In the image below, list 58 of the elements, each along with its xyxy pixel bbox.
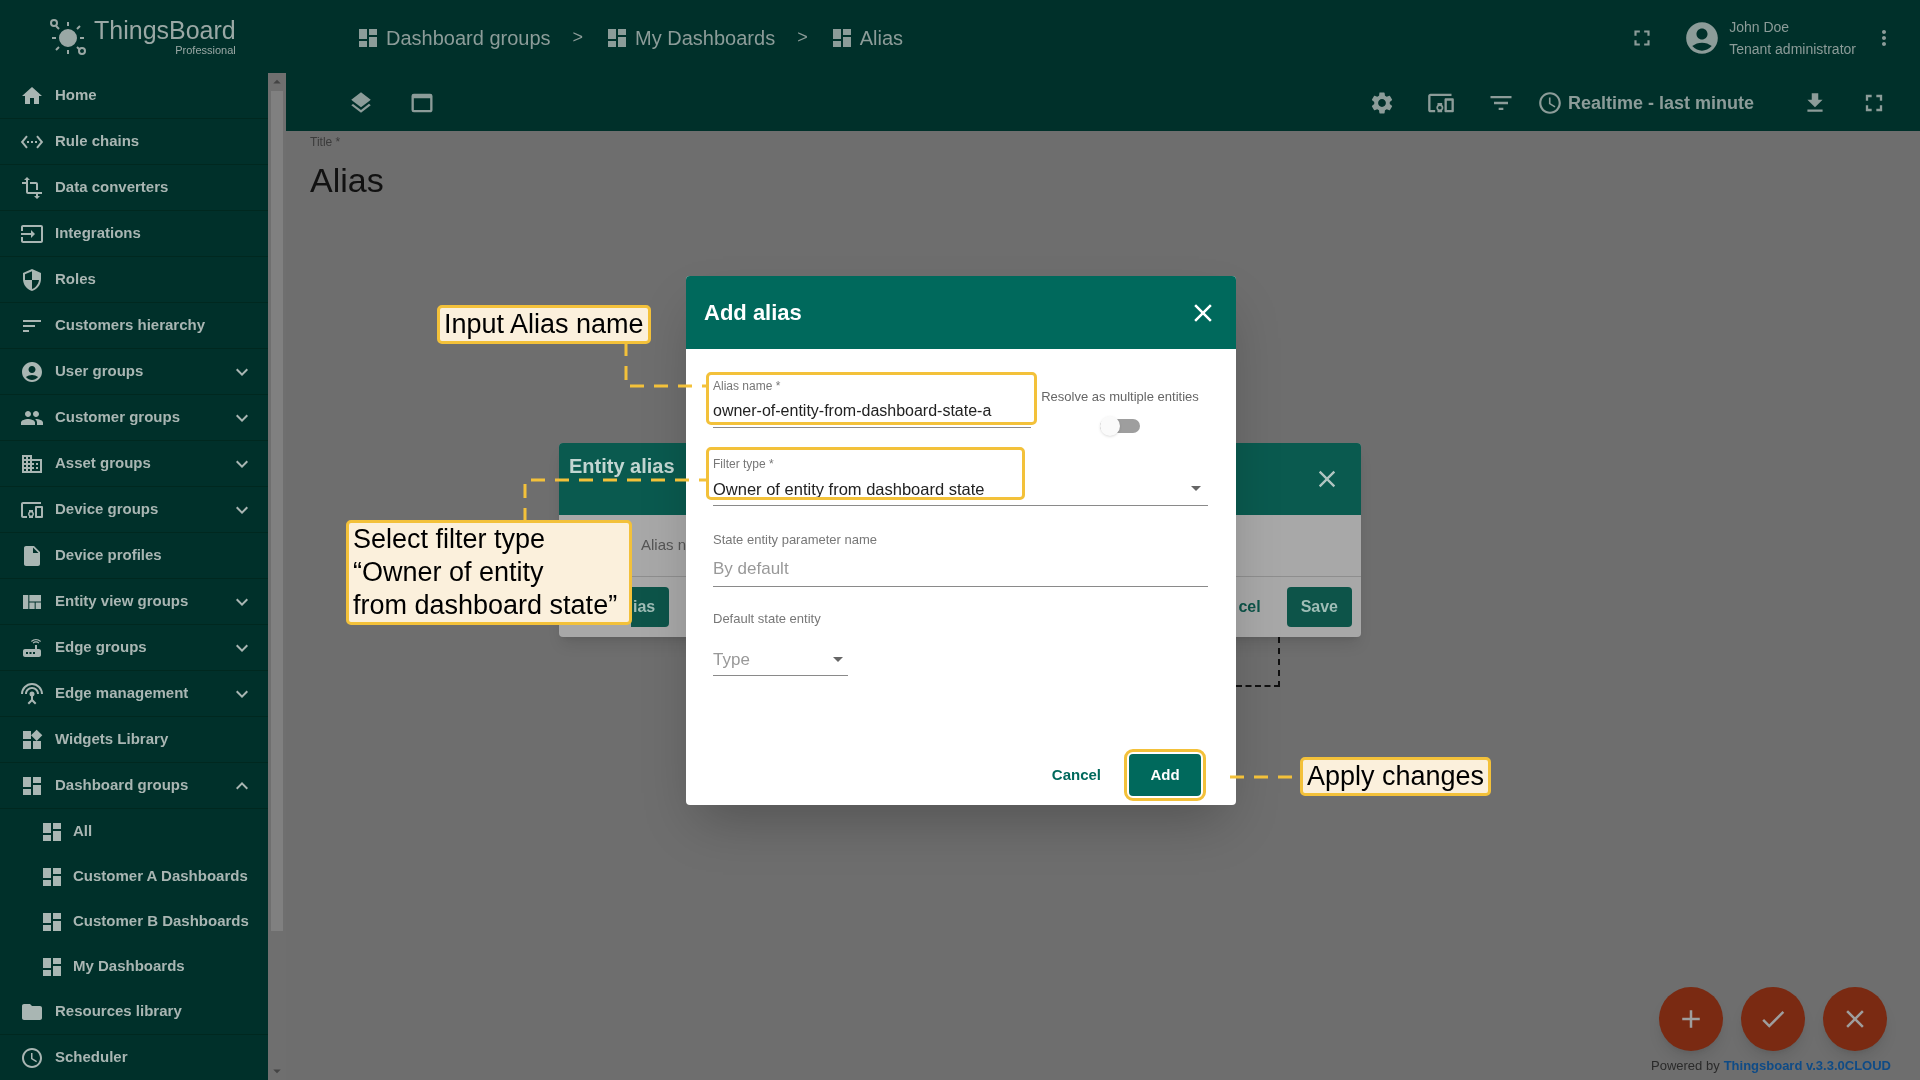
sidebar-item[interactable]: Customer groups [0, 395, 268, 441]
clock-icon [20, 1045, 44, 1070]
breadcrumb-link[interactable]: My Dashboards [605, 22, 776, 53]
filter-type-select[interactable]: Filter type * Owner of entity from dashboard state [713, 454, 1208, 507]
default-state-label: Default state entity [713, 610, 822, 629]
column-header: Alias n [641, 535, 687, 556]
dialog-title: Add alias [704, 299, 802, 327]
user-name: John Doe [1729, 17, 1791, 37]
state-param-field[interactable]: By default [713, 555, 1208, 588]
add-alias-button[interactable]: ias [631, 587, 670, 627]
callout-label: Select filter type “Owner of entity from dashboard state” [346, 520, 632, 625]
sidebar-subitem[interactable]: All [0, 809, 268, 854]
crop-icon [20, 175, 44, 200]
callout-label: Apply changes [1300, 757, 1492, 796]
sidebar-subitem[interactable]: Customer A Dashboards [0, 854, 268, 899]
breadcrumb-separator: > [572, 26, 584, 49]
field-label: State entity parameter name [713, 531, 879, 550]
sidebar-item[interactable]: Resources library [0, 989, 268, 1035]
cancel-button[interactable]: cel [1238, 587, 1261, 627]
logo-icon [48, 16, 88, 57]
sidebar-item[interactable]: User groups [0, 349, 268, 395]
dropdown-icon [1191, 486, 1201, 492]
page-title: Alias [310, 160, 385, 201]
cancel-button[interactable]: Cancel [1039, 755, 1113, 795]
breadcrumb-link[interactable]: Dashboard groups [356, 22, 551, 53]
sidebar-item[interactable]: Home [0, 73, 268, 119]
user-role: Tenant administrator [1729, 39, 1856, 59]
sidebar-item[interactable]: Entity view groups [0, 579, 268, 625]
sidebar-item[interactable]: Roles [0, 257, 268, 303]
resolve-label: Resolve as multiple entities [1041, 388, 1199, 406]
sidebar-item[interactable]: Dashboard groups [0, 763, 268, 809]
sidebar-item[interactable]: Edge management [0, 671, 268, 717]
sidebar-item[interactable]: Asset groups [0, 441, 268, 487]
sidebar-subitem[interactable]: My Dashboards [0, 944, 268, 989]
sidebar-item[interactable]: Device groups [0, 487, 268, 533]
user-icon [20, 359, 44, 384]
sidebar-item[interactable]: Integrations [0, 211, 268, 257]
shield-icon [20, 267, 44, 292]
sidebar-subitem[interactable]: Customer B Dashboards [0, 899, 268, 944]
breadcrumb-link[interactable]: Alias [829, 22, 903, 53]
widgets-icon [20, 727, 44, 752]
toggle-switch[interactable] [1100, 418, 1140, 433]
dropdown-icon [833, 657, 843, 662]
field-label: Alias name * [713, 378, 782, 395]
sidebar-item[interactable]: Edge groups [0, 625, 268, 671]
save-button[interactable]: Save [1286, 587, 1352, 627]
footer-text: Powered by [1651, 1057, 1720, 1075]
callout-label: Input Alias name [437, 305, 651, 344]
breadcrumb-separator: > [797, 26, 808, 49]
logo-edition: Professional [175, 44, 236, 56]
antenna-icon [20, 681, 44, 706]
dialog-title: Entity alias [569, 454, 675, 478]
logo-name: ThingsBoard [94, 17, 236, 43]
sidebar-item[interactable]: Device profiles [0, 533, 268, 579]
sidebar-item[interactable]: Widgets Library [0, 717, 268, 763]
timewindow-button[interactable]: Realtime - last minute [1536, 89, 1754, 117]
alias-name-field[interactable]: owner-of-entity-from-dashboard-state-a [713, 399, 1031, 428]
clock-icon [1536, 90, 1563, 116]
